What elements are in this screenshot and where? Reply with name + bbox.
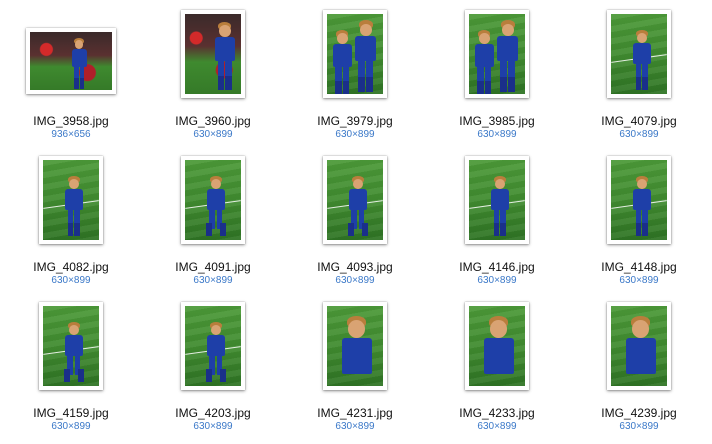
image-thumbnail[interactable] <box>39 302 103 390</box>
file-name: IMG_4239.jpg <box>601 406 677 420</box>
file-name: IMG_3979.jpg <box>317 114 393 128</box>
image-dimensions: 630×899 <box>335 129 375 140</box>
image-thumbnail[interactable] <box>607 302 671 390</box>
file-name: IMG_4091.jpg <box>175 260 251 274</box>
image-dimensions: 630×899 <box>335 421 375 432</box>
image-dimensions: 630×899 <box>477 129 517 140</box>
file-item[interactable]: IMG_3958.jpg 936×656 <box>0 4 142 152</box>
file-name: IMG_4231.jpg <box>317 406 393 420</box>
image-thumbnail[interactable] <box>181 302 245 390</box>
file-item[interactable]: IMG_4239.jpg 630×899 <box>568 296 710 444</box>
file-item[interactable]: IMG_4203.jpg 630×899 <box>142 296 284 444</box>
file-name: IMG_3960.jpg <box>175 114 251 128</box>
file-name: IMG_3958.jpg <box>33 114 109 128</box>
image-dimensions: 630×899 <box>51 421 91 432</box>
image-thumbnail[interactable] <box>465 10 529 98</box>
file-item[interactable]: IMG_4233.jpg 630×899 <box>426 296 568 444</box>
image-dimensions: 630×899 <box>193 129 233 140</box>
image-dimensions: 936×656 <box>51 129 91 140</box>
file-item[interactable]: IMG_4082.jpg 630×899 <box>0 150 142 298</box>
file-name: IMG_4233.jpg <box>459 406 535 420</box>
image-thumbnail[interactable] <box>607 156 671 244</box>
image-dimensions: 630×899 <box>51 275 91 286</box>
file-item[interactable]: IMG_4159.jpg 630×899 <box>0 296 142 444</box>
file-name: IMG_4203.jpg <box>175 406 251 420</box>
file-name: IMG_4146.jpg <box>459 260 535 274</box>
image-thumbnail[interactable] <box>607 10 671 98</box>
image-dimensions: 630×899 <box>619 129 659 140</box>
file-item[interactable]: IMG_4231.jpg 630×899 <box>284 296 426 444</box>
file-item[interactable]: IMG_4148.jpg 630×899 <box>568 150 710 298</box>
file-item[interactable]: IMG_4091.jpg 630×899 <box>142 150 284 298</box>
image-dimensions: 630×899 <box>193 421 233 432</box>
image-thumbnail[interactable] <box>26 28 116 94</box>
thumbnail-grid: IMG_3958.jpg 936×656 IMG_3960.jpg 630×899 IM… <box>0 0 712 440</box>
file-item[interactable]: IMG_3985.jpg 630×899 <box>426 4 568 152</box>
image-thumbnail[interactable] <box>465 156 529 244</box>
file-item[interactable]: IMG_4093.jpg 630×899 <box>284 150 426 298</box>
file-item[interactable]: IMG_4146.jpg 630×899 <box>426 150 568 298</box>
file-name: IMG_4082.jpg <box>33 260 109 274</box>
image-thumbnail[interactable] <box>465 302 529 390</box>
file-item[interactable]: IMG_4079.jpg 630×899 <box>568 4 710 152</box>
image-thumbnail[interactable] <box>181 156 245 244</box>
image-thumbnail[interactable] <box>39 156 103 244</box>
image-thumbnail[interactable] <box>323 10 387 98</box>
image-dimensions: 630×899 <box>477 275 517 286</box>
image-dimensions: 630×899 <box>193 275 233 286</box>
image-thumbnail[interactable] <box>323 156 387 244</box>
file-name: IMG_3985.jpg <box>459 114 535 128</box>
image-dimensions: 630×899 <box>619 421 659 432</box>
file-name: IMG_4159.jpg <box>33 406 109 420</box>
file-name: IMG_4079.jpg <box>601 114 677 128</box>
file-item[interactable]: IMG_3979.jpg 630×899 <box>284 4 426 152</box>
image-dimensions: 630×899 <box>477 421 517 432</box>
file-name: IMG_4093.jpg <box>317 260 393 274</box>
file-name: IMG_4148.jpg <box>601 260 677 274</box>
image-thumbnail[interactable] <box>323 302 387 390</box>
file-item[interactable]: IMG_3960.jpg 630×899 <box>142 4 284 152</box>
image-dimensions: 630×899 <box>619 275 659 286</box>
image-thumbnail[interactable] <box>181 10 245 98</box>
image-dimensions: 630×899 <box>335 275 375 286</box>
